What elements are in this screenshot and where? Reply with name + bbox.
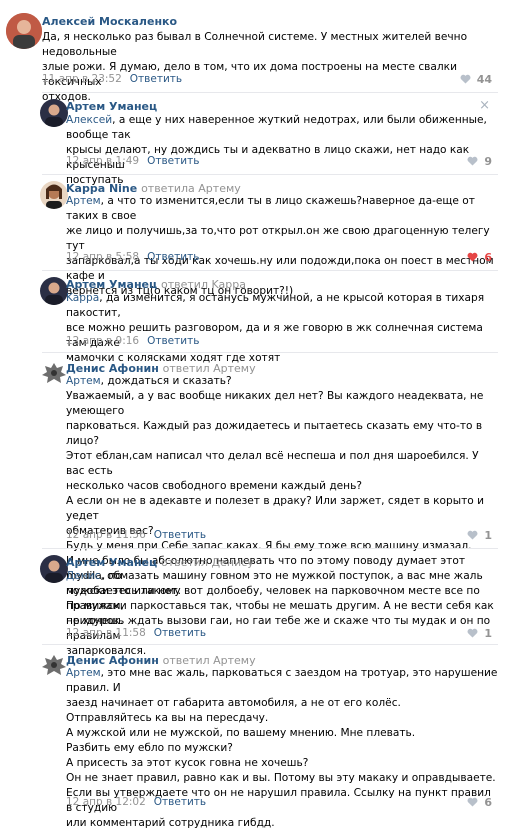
comment-date[interactable]: 12 апр в 1:49 [66, 155, 139, 167]
divider [42, 352, 498, 353]
avatar[interactable] [6, 13, 42, 49]
comment: Артем Уманец ответил Kappa Kappa, да изм… [0, 270, 506, 364]
reply-button[interactable]: Ответить [154, 796, 206, 808]
comment-meta: 12 апр в 11:56 Ответить [66, 529, 206, 541]
comment-date[interactable]: 12 апр в 9:16 [66, 335, 139, 347]
comment-date[interactable]: 12 апр в 11:56 [66, 529, 146, 541]
comment-date[interactable]: 11 апр в 23:52 [42, 73, 122, 85]
comment-date[interactable]: 12 апр в 5:58 [66, 251, 139, 263]
comment-author[interactable]: Алексей Москаленко [42, 15, 177, 28]
heart-icon [467, 156, 478, 166]
comment-author: Артем Уманец ответил Денису [66, 556, 254, 569]
avatar[interactable] [40, 651, 68, 679]
comment: Артем Уманец ответил Денису Денис, обмаз… [0, 548, 506, 657]
mention-link[interactable]: Артем [66, 375, 101, 387]
comment: Денис Афонин ответил Артему Артем, дожда… [0, 352, 506, 627]
reply-button[interactable]: Ответить [147, 251, 199, 263]
divider [42, 548, 498, 549]
reply-to[interactable]: ответил Денису [161, 556, 254, 569]
mention-link[interactable]: Артем [66, 667, 101, 679]
comment: Алексей Москаленко Да, я несколько раз б… [0, 0, 506, 103]
like-button[interactable]: 9 [467, 155, 492, 168]
like-count: 1 [484, 529, 492, 542]
like-count: 6 [484, 251, 492, 264]
comment-author: Артем Уманец ответил Kappa [66, 278, 246, 291]
reply-to[interactable]: ответил Kappa [161, 278, 246, 291]
comment-date[interactable]: 12 апр в 11:58 [66, 627, 146, 639]
divider [42, 644, 498, 645]
heart-icon [467, 252, 478, 262]
mention-link[interactable]: Денис [66, 570, 100, 582]
reply-button[interactable]: Ответить [154, 529, 206, 541]
avatar[interactable] [40, 359, 68, 387]
like-button[interactable]: 1 [467, 529, 492, 542]
like-count: 9 [484, 155, 492, 168]
comment-author[interactable]: Артем Уманец [66, 100, 157, 113]
heart-icon [467, 530, 478, 540]
reply-button[interactable]: Ответить [130, 73, 182, 85]
like-button[interactable]: 6 [467, 251, 492, 264]
heart-icon [467, 628, 478, 638]
divider [42, 174, 498, 175]
reply-button[interactable]: Ответить [154, 627, 206, 639]
like-count: 6 [484, 796, 492, 809]
mention-link[interactable]: Kappa [66, 292, 99, 304]
avatar[interactable] [40, 555, 68, 583]
comment: Kappa Nine ответила Артему Артем, а что … [0, 174, 506, 297]
avatar[interactable] [40, 99, 68, 127]
mention-link[interactable]: Артем [66, 195, 101, 207]
comment-meta: 12 апр в 1:49 Ответить [66, 155, 199, 167]
comment-meta: 12 апр в 12:02 Ответить [66, 796, 206, 808]
comment-meta: 12 апр в 9:16 Ответить [66, 335, 199, 347]
like-button[interactable]: 1 [467, 627, 492, 640]
comment: Денис Афонин ответил Артему Артем, это м… [0, 644, 506, 829]
divider [42, 92, 498, 93]
avatar[interactable] [40, 277, 68, 305]
mention-link[interactable]: Алексей [66, 114, 112, 126]
comment: Артем Уманец × Алексей, а еще у них наве… [0, 92, 506, 186]
comment-meta: 12 апр в 11:58 Ответить [66, 627, 206, 639]
like-count: 44 [476, 73, 492, 86]
comment-meta: 12 апр в 5:58 Ответить [66, 251, 199, 263]
reply-button[interactable]: Ответить [147, 335, 199, 347]
close-icon[interactable]: × [479, 98, 490, 113]
like-button[interactable]: 6 [467, 796, 492, 809]
reply-button[interactable]: Ответить [147, 155, 199, 167]
avatar[interactable] [40, 181, 68, 209]
like-button[interactable]: 44 [460, 73, 492, 86]
heart-icon [467, 797, 478, 807]
comment-date[interactable]: 12 апр в 12:02 [66, 796, 146, 808]
divider [42, 270, 498, 271]
comment-meta: 11 апр в 23:52 Ответить [42, 73, 182, 85]
like-count: 1 [484, 627, 492, 640]
heart-icon [460, 74, 471, 84]
